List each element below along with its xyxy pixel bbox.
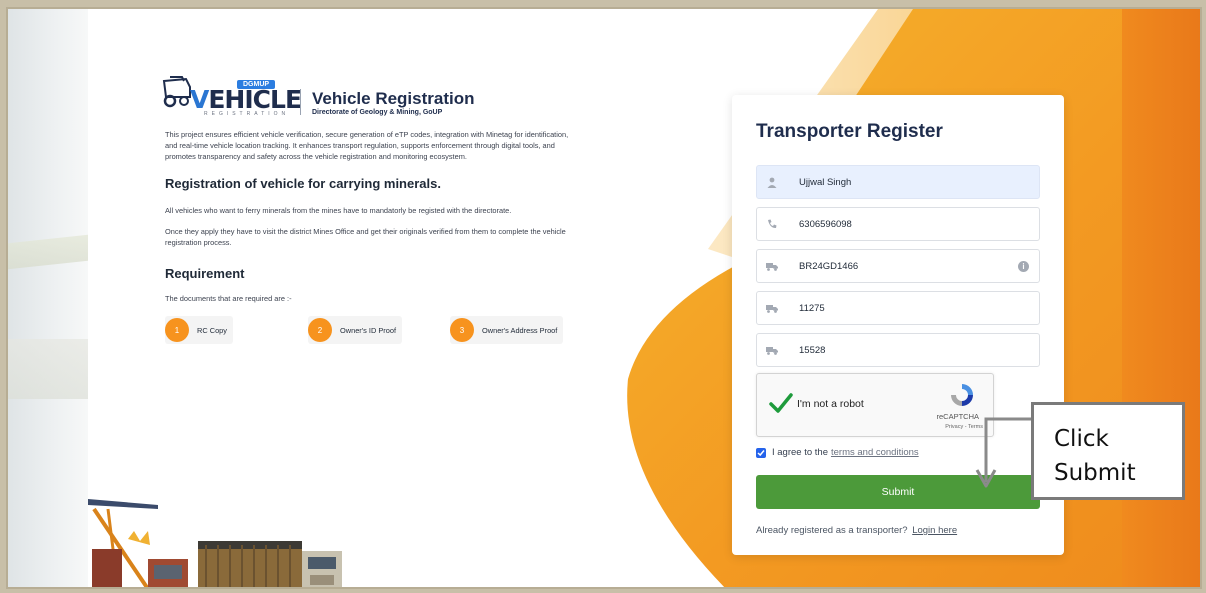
login-prompt-text: Already registered as a transporter? xyxy=(756,525,908,536)
vehicle-detail-field[interactable]: 11275 xyxy=(756,291,1040,325)
brand-header: DGMUP VEHICLE REGISTRATION Vehicle Regis… xyxy=(160,67,490,117)
phone-field[interactable]: 6306596098 xyxy=(756,207,1040,241)
brand-divider xyxy=(300,89,301,115)
name-field[interactable]: Ujjwal Singh xyxy=(756,165,1040,199)
requirement-label: RC Copy xyxy=(197,325,227,335)
truck-icon xyxy=(757,346,787,355)
name-value: Ujjwal Singh xyxy=(799,176,852,188)
terms-text: I agree to the xyxy=(772,447,828,458)
callout-arrow xyxy=(975,417,1034,488)
terms-agreement: I agree to the terms and conditions xyxy=(756,447,919,458)
truck-logo-icon xyxy=(162,76,191,108)
callout-text: Click Submit xyxy=(1054,422,1136,490)
screenshot-frame: DGMUP VEHICLE REGISTRATION Vehicle Regis… xyxy=(6,7,1202,589)
callout-line: Submit xyxy=(1054,460,1136,486)
vehicle-number-field[interactable]: BR24GD1466 i xyxy=(756,249,1040,283)
logo-wordmark: VEHICLE xyxy=(190,85,302,114)
requirement-lead: The documents that are required are :- xyxy=(165,294,292,303)
terms-checkbox[interactable] xyxy=(756,447,766,458)
requirement-number: 2 xyxy=(308,318,332,342)
truck-icon xyxy=(757,262,787,271)
form-title: Transporter Register xyxy=(756,121,943,142)
brand-subtitle: Directorate of Geology & Mining, GoUP xyxy=(312,109,443,116)
vehicle-detail-field[interactable]: 15528 xyxy=(756,333,1040,367)
info-paragraph: Once they apply they have to visit the d… xyxy=(165,227,566,247)
trucks-illustration xyxy=(88,499,342,587)
phone-value: 6306596098 xyxy=(799,218,852,230)
brand-title: Vehicle Registration xyxy=(312,89,475,108)
section-heading: Registration of vehicle for carrying min… xyxy=(165,176,441,191)
vehicle-number-value: BR24GD1466 xyxy=(799,260,859,272)
info-icon[interactable]: i xyxy=(1018,261,1029,272)
vehicle-detail-value: 11275 xyxy=(799,302,825,314)
requirement-heading: Requirement xyxy=(165,266,245,281)
requirement-item: 3 Owner's Address Proof xyxy=(450,316,564,344)
info-section: This project ensures efficient vehicle v… xyxy=(165,129,577,346)
requirement-item: 1 RC Copy xyxy=(165,316,233,344)
intro-paragraph: This project ensures efficient vehicle v… xyxy=(165,130,569,161)
requirement-item: 2 Owner's ID Proof xyxy=(308,316,403,344)
vehicle-detail-value: 15528 xyxy=(799,344,826,356)
instruction-callout: Click Submit xyxy=(1031,402,1185,500)
requirement-number: 3 xyxy=(450,318,474,342)
callout-line: Click xyxy=(1054,426,1109,452)
login-prompt: Already registered as a transporter? Log… xyxy=(756,525,957,536)
requirement-label: Owner's Address Proof xyxy=(482,325,558,335)
phone-icon xyxy=(757,219,787,229)
login-link[interactable]: Login here xyxy=(912,525,957,536)
checkmark-icon[interactable] xyxy=(769,392,793,414)
info-paragraph: All vehicles who want to ferry minerals … xyxy=(165,206,512,215)
terms-link[interactable]: terms and conditions xyxy=(831,447,919,458)
user-icon xyxy=(757,177,787,188)
captcha-label: I'm not a robot xyxy=(797,398,864,410)
requirement-number: 1 xyxy=(165,318,189,342)
truck-icon xyxy=(757,304,787,313)
recaptcha-widget[interactable]: I'm not a robot reCAPTCHA Privacy - Term… xyxy=(756,373,994,437)
requirement-list: 1 RC Copy 2 Owner's ID Proof 3 Owner's A… xyxy=(165,316,577,346)
orange-side-strip xyxy=(1122,9,1200,587)
requirement-label: Owner's ID Proof xyxy=(340,325,397,335)
logo-subtext: REGISTRATION xyxy=(204,111,290,117)
